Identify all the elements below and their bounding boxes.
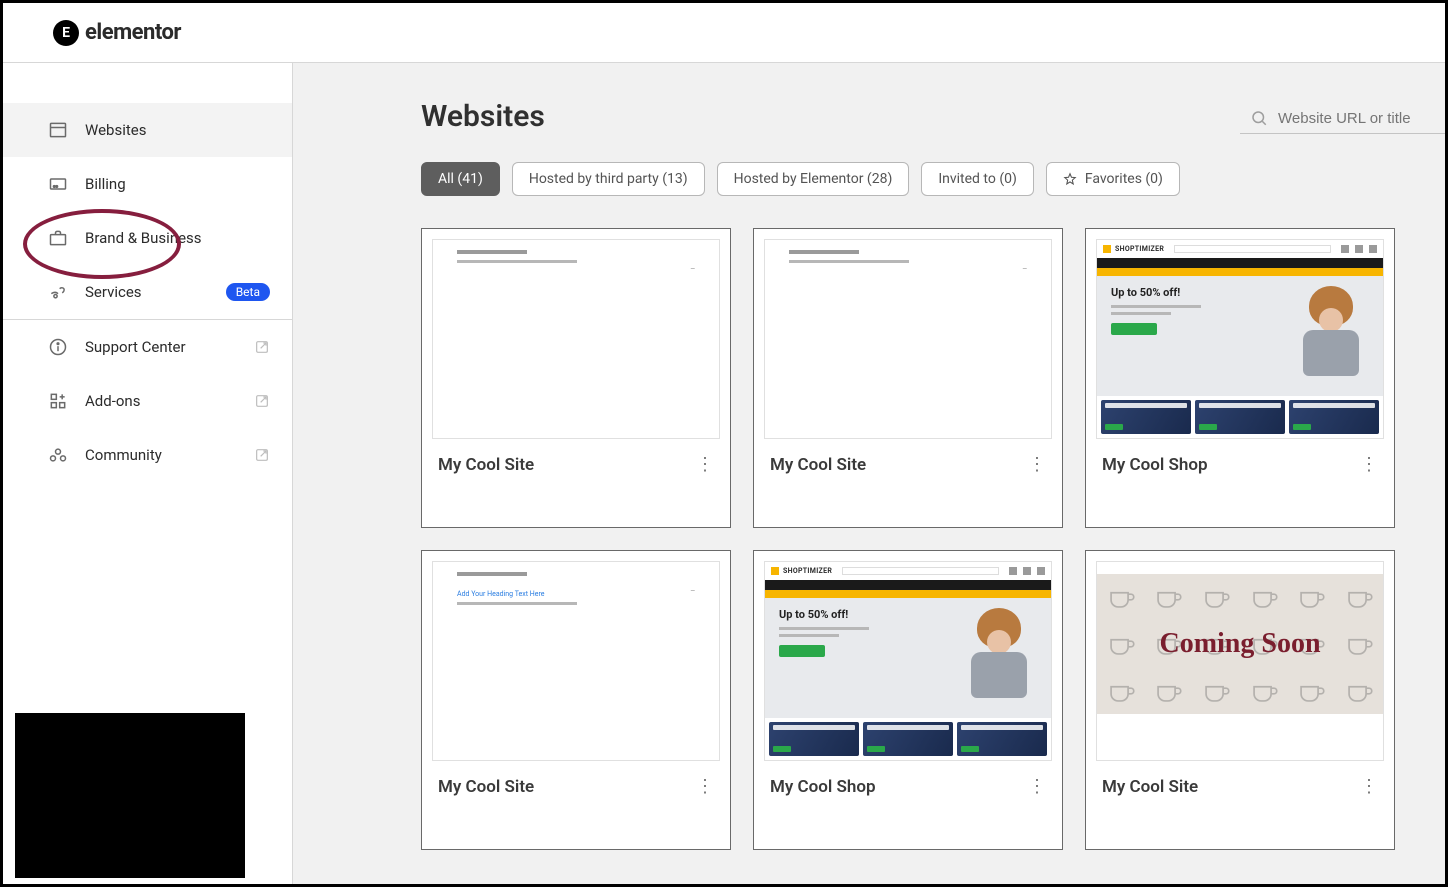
website-card[interactable]: Coming Soon My Cool Site ⋮ (1085, 550, 1395, 850)
website-thumbnail: — Add Your Heading Text Here (432, 561, 720, 761)
sidebar-item-label: Community (85, 446, 162, 464)
window-icon (47, 119, 69, 141)
info-icon (47, 336, 69, 358)
website-card[interactable]: — My Cool Site ⋮ (421, 228, 731, 528)
more-options-icon[interactable]: ⋮ (696, 778, 714, 796)
filter-all[interactable]: All (41) (421, 162, 500, 196)
filter-favorites[interactable]: Favorites (0) (1046, 162, 1180, 196)
sidebar-item-support-center[interactable]: Support Center (3, 320, 292, 374)
filter-hosted-elementor[interactable]: Hosted by Elementor (28) (717, 162, 910, 196)
beta-badge: Beta (226, 283, 270, 301)
briefcase-icon (47, 227, 69, 249)
sidebar-item-label: Websites (85, 121, 146, 139)
website-title: My Cool Shop (770, 777, 876, 797)
website-card[interactable]: SHOPTIMIZER Up to 50% off! (1085, 228, 1395, 528)
coming-soon-text: Coming Soon (1159, 629, 1320, 660)
search-icon (1250, 109, 1268, 127)
more-options-icon[interactable]: ⋮ (1360, 778, 1378, 796)
search-input[interactable] (1278, 110, 1440, 127)
main-content: Websites All (41) Hosted by third party … (293, 63, 1445, 884)
billing-icon (47, 173, 69, 195)
sidebar-item-label: Services (85, 283, 142, 301)
sidebar-item-label: Add-ons (85, 392, 140, 410)
website-thumbnail: — (764, 239, 1052, 439)
sidebar-item-label: Brand & Business (85, 229, 202, 247)
sidebar-item-community[interactable]: Community (3, 428, 292, 482)
logo-mark: E (53, 20, 79, 46)
external-link-icon (254, 447, 270, 463)
sidebar-item-websites[interactable]: Websites (3, 103, 292, 157)
sidebar-item-billing[interactable]: Billing (3, 157, 292, 211)
website-title: My Cool Shop (1102, 455, 1208, 475)
website-card[interactable]: — My Cool Site ⋮ (753, 228, 1063, 528)
sidebar-item-add-ons[interactable]: Add-ons (3, 374, 292, 428)
website-title: My Cool Site (438, 777, 534, 797)
website-card[interactable]: — Add Your Heading Text Here My Cool Sit… (421, 550, 731, 850)
sidebar-item-label: Billing (85, 175, 126, 193)
add-ons-icon (47, 390, 69, 412)
topbar: E elementor (3, 3, 1445, 63)
logo-word: elementor (85, 20, 181, 45)
sidebar-item-services[interactable]: Services Beta (3, 265, 292, 319)
website-thumbnail: — (432, 239, 720, 439)
website-card[interactable]: SHOPTIMIZER Up to 50% off! (753, 550, 1063, 850)
filter-hosted-third-party[interactable]: Hosted by third party (13) (512, 162, 705, 196)
sidebar-item-label: Support Center (85, 338, 186, 356)
external-link-icon (254, 393, 270, 409)
more-options-icon[interactable]: ⋮ (1028, 456, 1046, 474)
more-options-icon[interactable]: ⋮ (1028, 778, 1046, 796)
filter-invited-to[interactable]: Invited to (0) (921, 162, 1034, 196)
sidebar-item-brand-business[interactable]: Brand & Business (3, 211, 292, 265)
website-cards-grid: — My Cool Site ⋮ — (421, 228, 1445, 850)
logo[interactable]: E elementor (53, 20, 181, 46)
services-icon (47, 281, 69, 303)
sidebar: Websites Billing Brand & Business Servic… (3, 63, 293, 884)
website-title: My Cool Site (438, 455, 534, 475)
community-icon (47, 444, 69, 466)
website-thumbnail: SHOPTIMIZER Up to 50% off! (764, 561, 1052, 761)
website-thumbnail: SHOPTIMIZER Up to 50% off! (1096, 239, 1384, 439)
search-container (1240, 103, 1445, 134)
sidebar-bottom-banner (15, 713, 245, 878)
star-icon (1063, 172, 1077, 186)
website-title: My Cool Site (770, 455, 866, 475)
website-thumbnail: Coming Soon (1096, 561, 1384, 761)
website-title: My Cool Site (1102, 777, 1198, 797)
more-options-icon[interactable]: ⋮ (696, 456, 714, 474)
external-link-icon (254, 339, 270, 355)
more-options-icon[interactable]: ⋮ (1360, 456, 1378, 474)
filter-chips: All (41) Hosted by third party (13) Host… (421, 162, 1445, 196)
